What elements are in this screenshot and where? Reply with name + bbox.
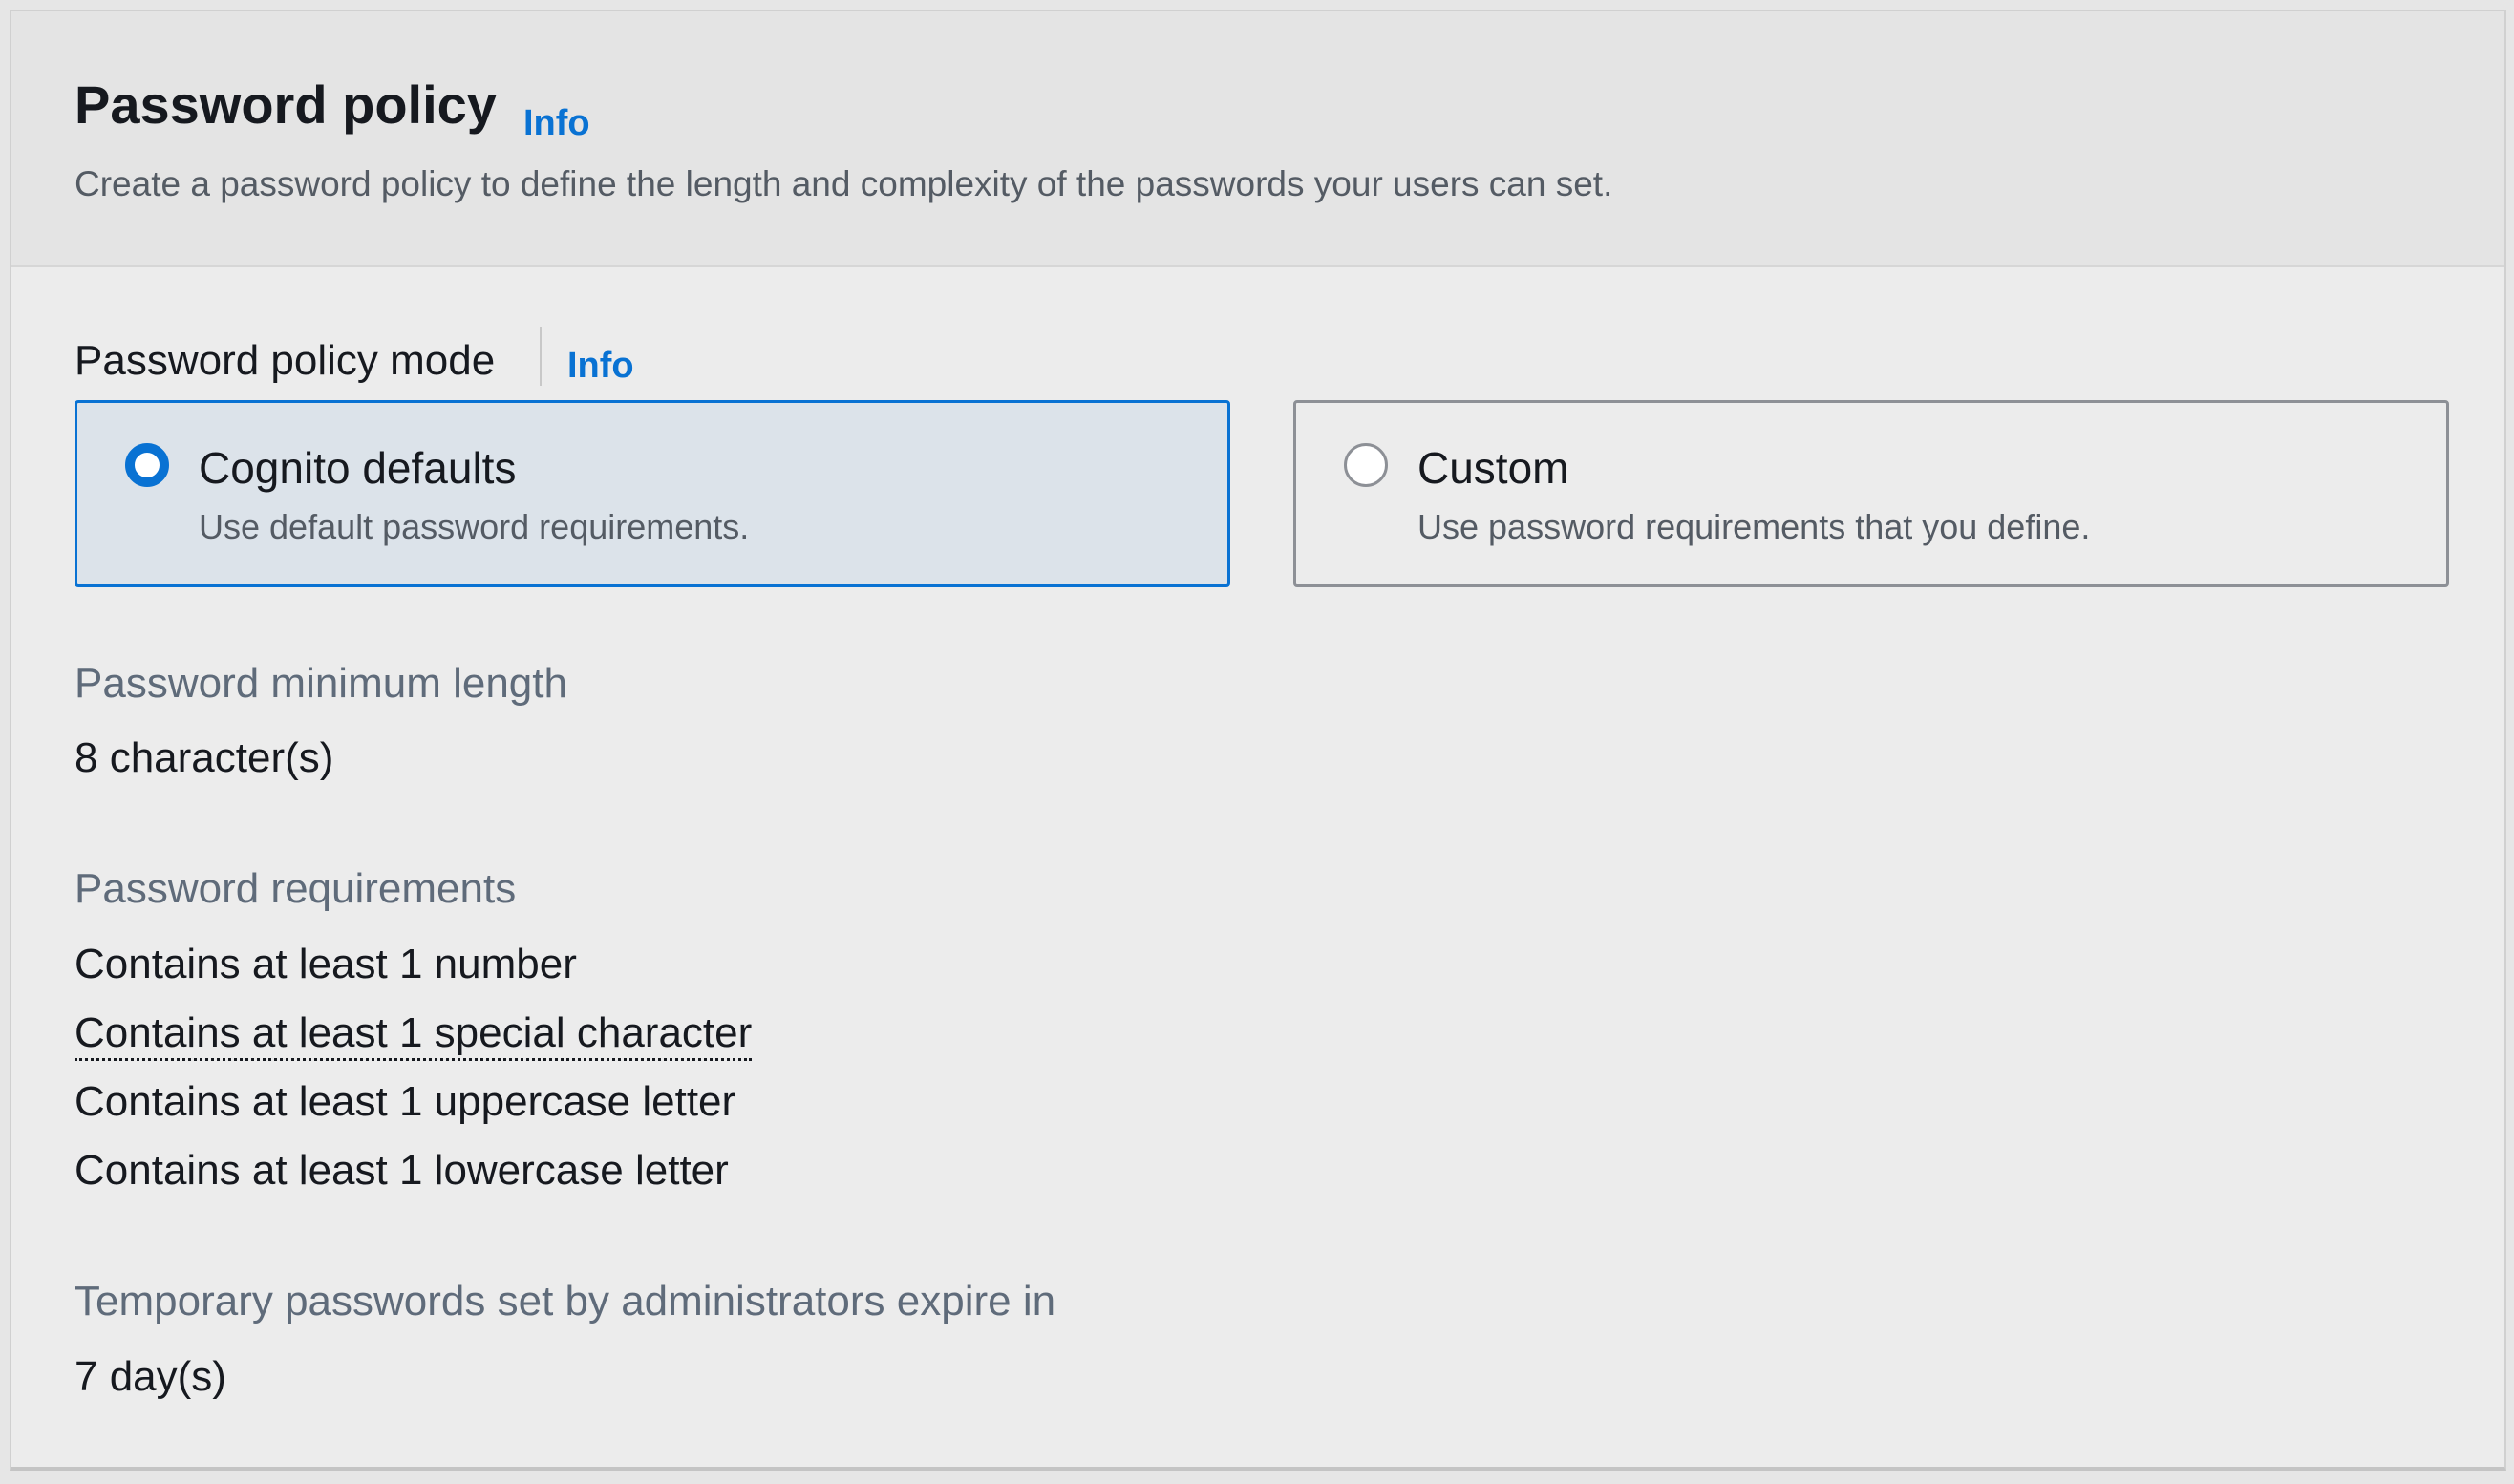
panel-header: Password policy Info Create a password p… xyxy=(11,11,2504,267)
cognito-defaults-label: Cognito defaults xyxy=(199,443,517,493)
special-character-tooltip-trigger[interactable]: Contains at least 1 special character xyxy=(75,1009,753,1061)
requirement-item-special[interactable]: Contains at least 1 special character xyxy=(75,1009,753,1061)
panel-description: Create a password policy to define the l… xyxy=(75,164,1613,203)
password-policy-panel: Password policy Info Create a password p… xyxy=(10,10,2506,1471)
title-info-link[interactable]: Info xyxy=(523,105,590,141)
policy-mode-info-link[interactable]: Info xyxy=(567,348,634,384)
custom-description: Use password requirements that you defin… xyxy=(1417,507,2091,546)
requirement-item: Contains at least 1 number xyxy=(75,941,577,987)
label-divider xyxy=(540,327,542,386)
min-length-label: Password minimum length xyxy=(75,660,567,707)
custom-label: Custom xyxy=(1417,443,1569,493)
requirement-item: Contains at least 1 lowercase letter xyxy=(75,1147,729,1194)
min-length-value: 8 character(s) xyxy=(75,734,334,781)
requirements-label: Password requirements xyxy=(75,865,517,912)
custom-radio[interactable] xyxy=(1344,443,1388,487)
temp-expiry-label: Temporary passwords set by administrator… xyxy=(75,1278,1056,1325)
custom-tile[interactable]: Custom Use password requirements that yo… xyxy=(1293,400,2449,587)
page-title: Password policy xyxy=(75,74,497,135)
requirement-item: Contains at least 1 uppercase letter xyxy=(75,1078,736,1125)
cognito-defaults-tile[interactable]: Cognito defaults Use default password re… xyxy=(75,400,1230,587)
cognito-defaults-description: Use default password requirements. xyxy=(199,507,750,546)
cognito-defaults-radio[interactable] xyxy=(125,443,169,487)
policy-mode-label: Password policy mode xyxy=(75,337,496,384)
temp-expiry-value: 7 day(s) xyxy=(75,1353,226,1400)
